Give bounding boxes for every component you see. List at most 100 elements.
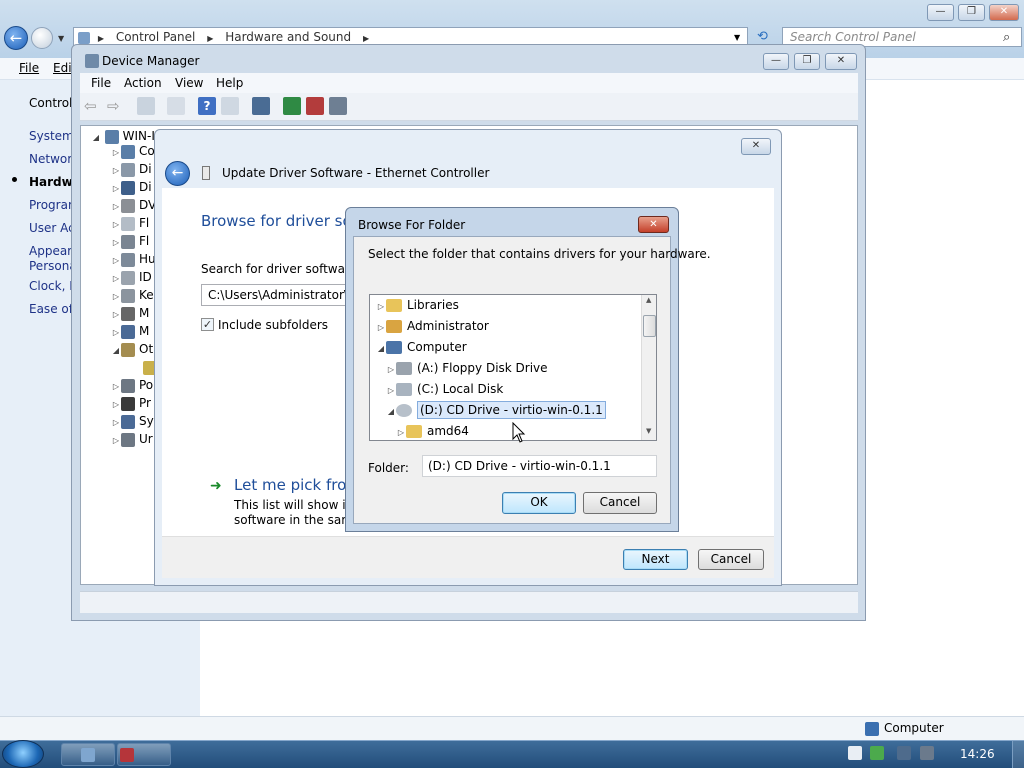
expand-icon[interactable]: ▷ — [386, 359, 396, 380]
expand-icon[interactable]: ▷ — [396, 422, 406, 440]
folder-input[interactable]: (D:) CD Drive - virtio-win-0.1.1 — [422, 455, 657, 477]
scan-hardware-icon[interactable] — [252, 97, 270, 115]
network-icon[interactable] — [897, 746, 911, 760]
device-category-item[interactable]: ▷ M — [111, 322, 149, 340]
device-category-item[interactable]: ▷ Hu — [111, 250, 156, 268]
expand-icon[interactable]: ▷ — [111, 324, 121, 340]
forward-icon[interactable]: ⇨ — [107, 97, 125, 115]
ok-button[interactable]: OK — [502, 492, 576, 514]
expand-icon[interactable]: ▷ — [111, 288, 121, 304]
device-category-item[interactable]: ▷ Fl — [111, 232, 149, 250]
back-button[interactable]: ← — [4, 26, 28, 50]
expand-icon[interactable]: ▷ — [376, 296, 386, 317]
folder-tree-scrollbar[interactable]: ▲ ▼ — [641, 295, 656, 440]
close-button[interactable]: ✕ — [989, 4, 1019, 21]
device-category-item[interactable]: ▷ Pr — [111, 394, 151, 412]
bf-close-button[interactable]: ✕ — [638, 216, 669, 233]
ud-close-button[interactable]: ✕ — [741, 138, 771, 155]
forward-button[interactable] — [31, 27, 53, 49]
expand-icon[interactable]: ▷ — [111, 432, 121, 448]
collapse-icon[interactable]: ◢ — [386, 401, 396, 422]
dm-maximize-button[interactable]: ❐ — [794, 53, 820, 70]
show-hide-tree-icon[interactable] — [137, 97, 155, 115]
action-center-icon[interactable] — [870, 746, 884, 760]
folder-item-administrator[interactable]: ▷ Administrator — [376, 316, 489, 337]
properties-icon[interactable] — [167, 97, 185, 115]
taskbar-device-manager[interactable] — [117, 743, 171, 766]
address-dropdown-icon[interactable]: ▼ — [734, 33, 740, 42]
scroll-up-icon[interactable]: ▲ — [646, 296, 651, 304]
next-button[interactable]: Next — [623, 549, 688, 570]
expand-icon[interactable]: ▷ — [111, 396, 121, 412]
nav-clock[interactable]: Clock, L — [29, 279, 76, 293]
bf-cancel-button[interactable]: Cancel — [583, 492, 657, 514]
expand-icon[interactable]: ▷ — [111, 234, 121, 250]
device-category-item[interactable]: ▷ M — [111, 304, 149, 322]
expand-icon[interactable]: ▷ — [111, 162, 121, 178]
refresh-icon[interactable]: ⟲ — [757, 29, 768, 44]
expand-icon[interactable]: ▷ — [111, 252, 121, 268]
device-category-item[interactable]: ▷ Ur — [111, 430, 153, 448]
volume-muted-icon[interactable] — [920, 746, 934, 760]
device-category-item[interactable]: ▷ Di — [111, 178, 152, 196]
collapse-icon[interactable]: ◢ — [91, 129, 101, 145]
taskbar-control-panel[interactable] — [61, 743, 115, 766]
nav-control-panel-home[interactable]: Control — [29, 96, 72, 110]
menu-file[interactable]: File — [19, 61, 39, 75]
search-icon[interactable]: ⌕ — [1003, 30, 1010, 45]
nav-system[interactable]: System — [29, 129, 74, 143]
expand-icon[interactable]: ▷ — [386, 380, 396, 401]
help-icon[interactable]: ? — [198, 97, 216, 115]
device-category-item[interactable]: ▷ Sy — [111, 412, 154, 430]
device-category-item[interactable]: ▷ Ke — [111, 286, 154, 304]
dm-menu-action[interactable]: Action — [124, 76, 162, 90]
uninstall-icon[interactable] — [306, 97, 324, 115]
folder-item-cd-drive[interactable]: ◢ (D:) CD Drive - virtio-win-0.1.1 — [386, 400, 606, 422]
include-subfolders-checkbox[interactable]: ✓ — [201, 318, 214, 331]
device-category-item[interactable]: ▷ DV — [111, 196, 156, 214]
dm-menu-file[interactable]: File — [91, 76, 111, 90]
tray-document-icon[interactable] — [848, 746, 862, 760]
device-category-item[interactable]: ▷ ID — [111, 268, 152, 286]
device-category-item[interactable]: ▷ Po — [111, 376, 153, 394]
expand-icon[interactable]: ▷ — [111, 270, 121, 286]
nav-personalization[interactable]: Persona — [29, 259, 77, 273]
scroll-down-icon[interactable]: ▼ — [646, 427, 651, 435]
breadcrumb-control-panel[interactable]: Control Panel — [116, 30, 196, 44]
history-dropdown-icon[interactable]: ▼ — [58, 34, 64, 43]
folder-item-amd64[interactable]: ▷ amd64 — [396, 421, 469, 440]
dm-menu-help[interactable]: Help — [216, 76, 243, 90]
device-category-item[interactable]: ▷ Fl — [111, 214, 149, 232]
show-desktop-button[interactable] — [1012, 741, 1024, 768]
expand-icon[interactable]: ▷ — [111, 180, 121, 196]
collapse-icon[interactable]: ◢ — [376, 338, 386, 359]
ud-back-button[interactable]: ← — [165, 161, 190, 186]
dm-menu-view[interactable]: View — [175, 76, 203, 90]
folder-tree[interactable]: ▷ Libraries ▷ Administrator ◢ Computer ▷ (A:… — [369, 294, 657, 441]
expand-icon[interactable]: ▷ — [111, 378, 121, 394]
device-category-item[interactable]: ▷ Di — [111, 160, 152, 178]
start-button[interactable] — [2, 740, 44, 768]
device-category-item[interactable]: ▷ Co — [111, 142, 155, 160]
action-pane-icon[interactable] — [221, 97, 239, 115]
expand-icon[interactable]: ▷ — [111, 144, 121, 160]
pick-from-list-link[interactable]: Let me pick from — [234, 476, 361, 494]
maximize-button[interactable]: ❐ — [958, 4, 985, 21]
update-driver-icon[interactable] — [283, 97, 301, 115]
expand-icon[interactable]: ▷ — [111, 306, 121, 322]
expand-icon[interactable]: ▷ — [111, 198, 121, 214]
back-icon[interactable]: ⇦ — [84, 97, 102, 115]
folder-item-computer[interactable]: ◢ Computer — [376, 337, 467, 358]
dm-close-button[interactable]: ✕ — [825, 53, 857, 70]
ud-cancel-button[interactable]: Cancel — [698, 549, 764, 570]
expand-icon[interactable]: ▷ — [111, 216, 121, 232]
expand-icon[interactable]: ▷ — [111, 414, 121, 430]
dm-minimize-button[interactable]: — — [763, 53, 789, 70]
folder-item-local-disk[interactable]: ▷ (C:) Local Disk — [386, 379, 503, 400]
breadcrumb-hardware-and-sound[interactable]: Hardware and Sound — [225, 30, 351, 44]
disable-icon[interactable] — [329, 97, 347, 115]
folder-item-floppy[interactable]: ▷ (A:) Floppy Disk Drive — [386, 358, 548, 379]
menu-edit[interactable]: Edi — [53, 61, 72, 75]
device-category-item[interactable]: ◢ Ot — [111, 340, 153, 358]
collapse-icon[interactable]: ◢ — [111, 342, 121, 358]
